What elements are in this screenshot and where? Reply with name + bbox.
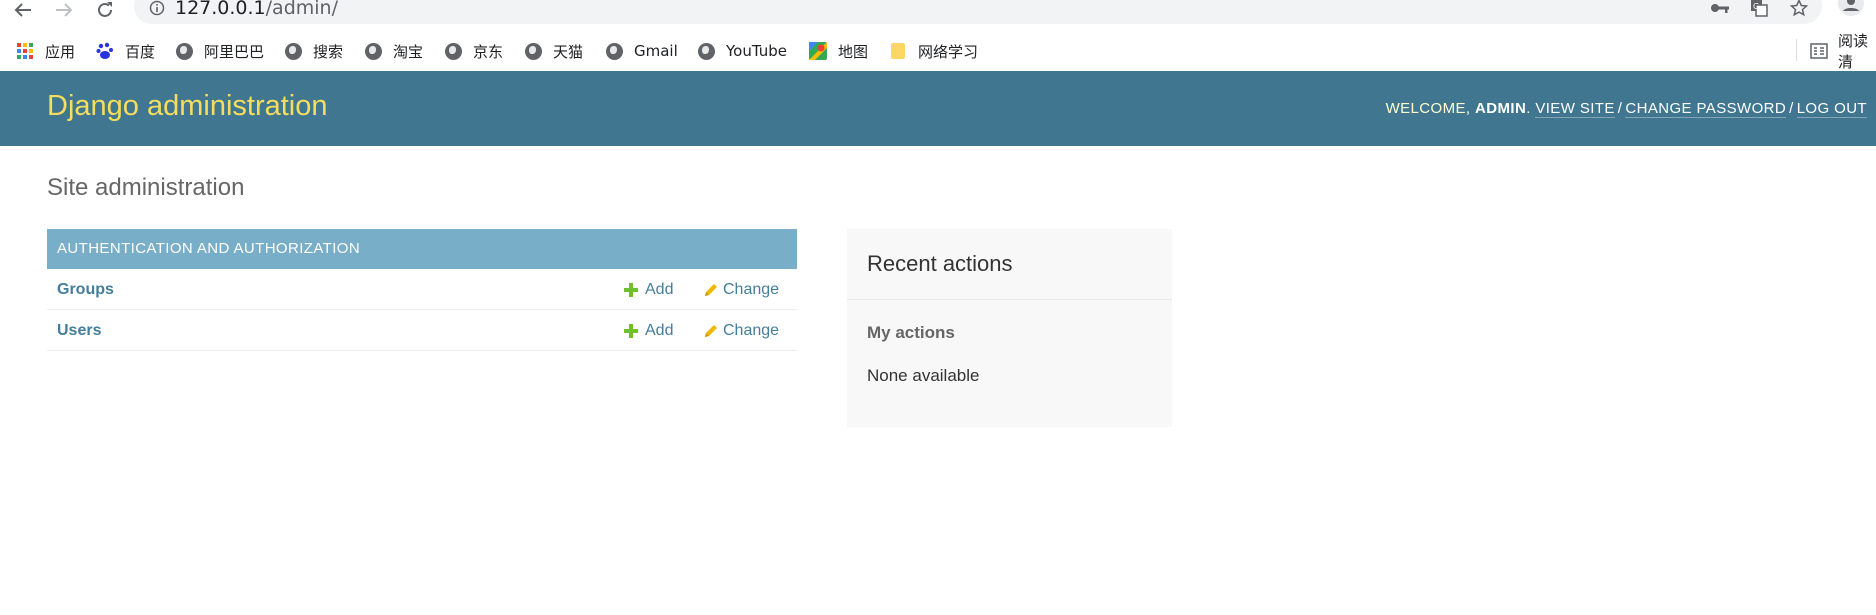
change-label: Change [723,281,780,298]
reload-icon[interactable] [92,0,118,20]
folder-icon [888,41,908,61]
view-site-link[interactable]: VIEW SITE [1535,100,1615,118]
key-icon[interactable] [1709,0,1731,18]
bookmark-label: 百度 [125,42,156,61]
recent-actions-divider [847,299,1172,300]
globe-icon [605,42,623,60]
table-row: Groups Add Change [47,269,797,310]
back-icon[interactable] [10,0,36,20]
bookmark-label: 天猫 [553,42,584,61]
change-groups-link[interactable]: Change [703,281,779,299]
bookmark-folder-learning[interactable]: 网络学习 [888,37,978,65]
url-host: 127.0.0.1 [175,0,266,19]
url-path: /admin/ [265,0,338,19]
bookmark-label: 阿里巴巴 [204,42,265,61]
bookmark-tmall[interactable]: 天猫 [523,37,583,65]
bookmark-baidu[interactable]: 百度 [95,37,155,65]
bookmark-label: YouTube [726,42,787,60]
pencil-icon [703,283,718,298]
site-info-icon[interactable] [146,0,168,18]
module-caption[interactable]: AUTHENTICATION AND AUTHORIZATION [47,229,797,269]
my-actions-heading: My actions [867,323,955,342]
browser-toolbar: 127.0.0.1/admin/ G [0,0,1876,33]
add-groups-link[interactable]: Add [624,281,673,299]
bookmark-label: 网络学习 [918,42,979,61]
site-branding[interactable]: Django administration [47,90,327,123]
model-link-groups[interactable]: Groups [57,281,114,299]
reading-list-label: 阅读清 [1838,32,1869,71]
bookmark-label: 应用 [45,42,76,61]
plus-icon [624,324,638,338]
globe-icon [524,42,542,60]
bookmark-gmail[interactable]: Gmail [604,37,678,65]
bookmark-label: 搜索 [313,42,344,61]
bookmark-alibaba[interactable]: 阿里巴巴 [174,37,264,65]
username: ADMIN [1475,100,1527,117]
address-bar[interactable] [134,0,1822,24]
translate-icon[interactable]: G [1748,0,1770,18]
add-label: Add [645,322,674,339]
change-label: Change [723,322,780,339]
bookmark-star-icon[interactable] [1788,0,1810,18]
change-password-link[interactable]: CHANGE PASSWORD [1625,100,1787,118]
bookmarks-divider [1796,39,1797,61]
django-header: Django administration WELCOME, ADMIN. VI… [0,71,1876,146]
bookmark-label: 淘宝 [393,42,424,61]
url-text[interactable]: 127.0.0.1/admin/ [175,0,338,19]
svg-text:G: G [1753,2,1759,11]
globe-icon [697,42,715,60]
reading-list-icon [1810,41,1828,61]
bookmark-apps[interactable]: 应用 [15,37,75,65]
bookmark-label: 京东 [473,42,504,61]
no-actions-text: None available [867,366,980,385]
model-link-users[interactable]: Users [57,322,101,340]
pencil-icon [703,324,718,339]
bookmark-search[interactable]: 搜索 [283,37,343,65]
bookmark-label: 地图 [838,42,869,61]
log-out-link[interactable]: LOG OUT [1796,100,1867,118]
plus-icon [624,283,638,297]
add-label: Add [645,281,674,298]
app-module-auth: AUTHENTICATION AND AUTHORIZATION Groups … [47,229,797,351]
user-tools: WELCOME, ADMIN. VIEW SITE / CHANGE PASSWOR… [1385,100,1867,118]
add-users-link[interactable]: Add [624,322,673,340]
globe-icon [284,42,302,60]
bookmark-taobao[interactable]: 淘宝 [363,37,423,65]
apps-grid-icon [15,41,35,61]
table-row: Users Add Change [47,310,797,351]
recent-actions-panel: Recent actions My actions None available [847,229,1172,427]
bookmark-maps[interactable]: 地图 [808,37,868,65]
bookmark-jd[interactable]: 京东 [443,37,503,65]
globe-icon [444,42,462,60]
baidu-paw-icon [95,41,115,61]
bookmarks-bar: 应用 百度 阿里巴巴 搜索 淘宝 京东 天猫 Gmail YouTube 地图 [0,32,1876,71]
recent-actions-title: Recent actions [867,251,1013,276]
welcome-text: WELCOME, [1385,100,1476,117]
bookmark-youtube[interactable]: YouTube [696,37,787,65]
forward-icon[interactable] [51,0,77,20]
page-title: Site administration [47,174,245,201]
profile-avatar-icon[interactable] [1838,0,1864,18]
reading-list[interactable]: 阅读清 [1810,32,1876,71]
bookmark-label: Gmail [634,42,678,60]
globe-icon [175,42,193,60]
change-users-link[interactable]: Change [703,322,779,340]
maps-icon [808,41,828,61]
globe-icon [364,42,382,60]
